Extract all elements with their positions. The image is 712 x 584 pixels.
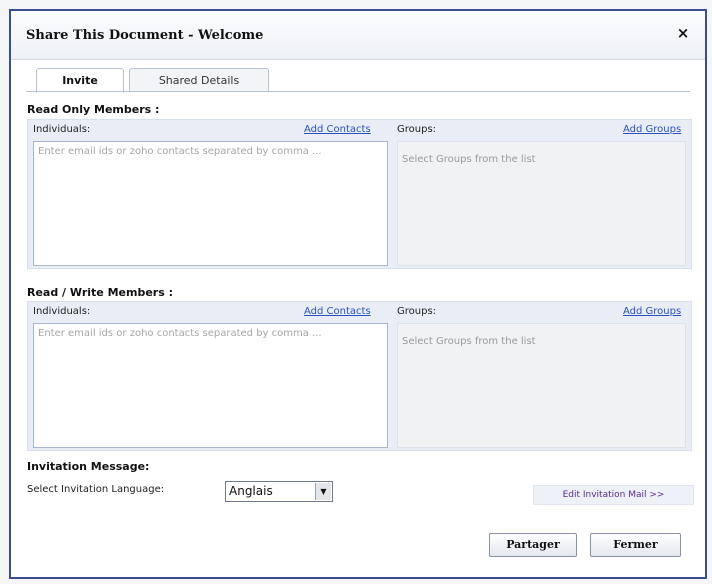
read-only-groups-label: Groups: — [397, 124, 437, 135]
share-dialog: Share This Document - Welcome × Invite S… — [9, 9, 707, 579]
tab-divider — [26, 91, 690, 92]
read-only-panel: Individuals: Add Contacts Groups: Add Gr… — [27, 119, 692, 269]
read-only-email-input[interactable]: Enter email ids or zoho contacts separat… — [33, 141, 388, 266]
read-write-groups-list[interactable]: Select Groups from the list — [397, 323, 686, 448]
read-write-email-input[interactable]: Enter email ids or zoho contacts separat… — [33, 323, 388, 448]
share-button[interactable]: Partager — [489, 533, 577, 557]
read-write-add-groups-link[interactable]: Add Groups — [623, 306, 681, 317]
invitation-language-label: Select Invitation Language: — [27, 484, 165, 495]
read-write-title: Read / Write Members : — [27, 286, 173, 299]
invitation-language-value: Anglais — [229, 484, 273, 498]
read-write-panel: Individuals: Add Contacts Groups: Add Gr… — [27, 301, 692, 451]
read-only-individuals-label: Individuals: — [33, 124, 91, 135]
tab-invite[interactable]: Invite — [36, 68, 124, 93]
read-write-groups-label: Groups: — [397, 306, 437, 317]
dropdown-arrow-icon[interactable]: ▼ — [315, 483, 331, 500]
dialog-title: Share This Document - Welcome — [26, 28, 264, 43]
read-only-add-contacts-link[interactable]: Add Contacts — [304, 124, 371, 135]
read-only-add-groups-link[interactable]: Add Groups — [623, 124, 681, 135]
tab-shared-details[interactable]: Shared Details — [129, 68, 269, 92]
read-only-groups-list[interactable]: Select Groups from the list — [397, 141, 686, 266]
read-write-add-contacts-link[interactable]: Add Contacts — [304, 306, 371, 317]
close-icon[interactable]: × — [674, 24, 692, 42]
close-button[interactable]: Fermer — [590, 533, 681, 557]
read-write-individuals-label: Individuals: — [33, 306, 91, 317]
invitation-language-select[interactable]: Anglais ▼ — [225, 481, 333, 502]
dialog-title-bar: Share This Document - Welcome × — [11, 11, 705, 60]
invitation-message-title: Invitation Message: — [27, 460, 150, 473]
edit-invitation-mail-link[interactable]: Edit Invitation Mail >> — [533, 485, 694, 505]
read-only-title: Read Only Members : — [27, 103, 160, 116]
